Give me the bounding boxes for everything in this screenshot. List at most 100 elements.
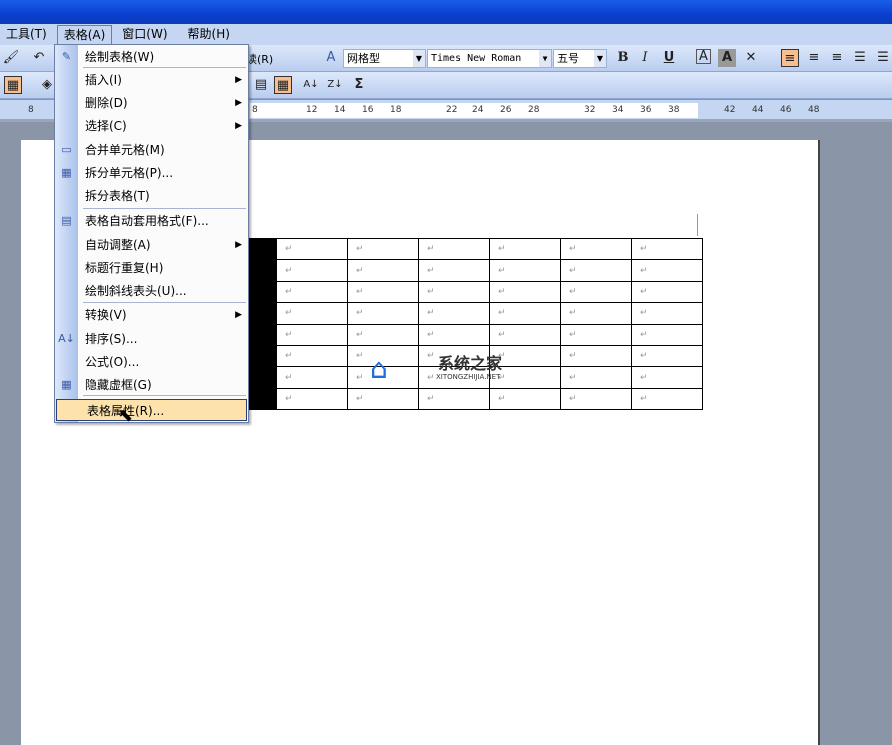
table-cell[interactable]: ↵ [489,259,561,282]
table-cell[interactable]: ↵ [276,237,348,261]
font-select[interactable]: Times New Roman ▼ [427,49,552,68]
menu-item[interactable]: 绘制斜线表头(U)... [55,280,248,302]
autoformat-icon[interactable]: ▤ [252,76,270,94]
table-cell[interactable]: ↵ [276,366,348,389]
table-cell[interactable]: ↵ [276,302,348,325]
table-cell[interactable]: ↵ [418,259,490,282]
table-cell[interactable]: ↵ [347,280,419,304]
table-cell[interactable]: ↵ [560,366,632,389]
table-cell[interactable]: ↵ [489,280,561,304]
menu-item[interactable]: 标题行重复(H) [55,257,248,279]
table-cell[interactable]: ↵ [276,280,348,304]
menu-item[interactable]: 表格属性(R)... [56,399,247,421]
menu-item[interactable]: 删除(D) ▶ [55,92,248,114]
underline-button[interactable]: U [660,49,678,67]
align-center-icon[interactable]: ≡ [805,49,823,67]
menu-separator [83,302,246,303]
table-cell[interactable]: ↵ [276,387,348,411]
table-cell[interactable]: ↵ [560,323,632,346]
menu-tools[interactable]: 工具(T) [0,25,53,44]
table-cell[interactable]: ↵ [631,302,703,325]
selected-cell[interactable] [248,302,277,325]
char-shading-icon[interactable]: A [718,49,736,67]
sort-ascending-icon[interactable]: A↓ [302,76,320,94]
align-justify-icon[interactable]: ≡ [781,49,799,67]
menu-item-label: 标题行重复(H) [85,261,164,275]
table-cell[interactable]: ↵ [418,237,490,261]
table-cell[interactable]: ↵ [418,387,490,411]
styles-icon[interactable]: A [322,49,340,67]
align-right-icon[interactable]: ≡ [828,49,846,67]
selected-cell[interactable] [248,387,277,411]
table-cell[interactable]: ↵ [489,387,561,411]
distributed-icon[interactable]: ☰ [851,49,869,67]
undo-icon[interactable]: ↶ [30,49,48,67]
table-cell[interactable]: ↵ [631,323,703,346]
style-select[interactable]: 网格型 ▼ [343,49,426,68]
menu-item[interactable]: 自动调整(A) ▶ [55,234,248,256]
table-cell[interactable]: ↵ [489,302,561,325]
menu-item[interactable]: ▦ 拆分单元格(P)... [55,162,248,184]
selected-cell[interactable] [248,237,277,261]
table-cell[interactable]: ↵ [276,323,348,346]
size-select[interactable]: 五号 ▼ [553,49,607,68]
table-cell[interactable]: ↵ [276,344,348,368]
table-cell[interactable]: ↵ [560,259,632,282]
table-cell[interactable]: ↵ [560,387,632,411]
menu-item[interactable]: ▤ 表格自动套用格式(F)... [55,210,248,232]
table-cell[interactable]: ↵ [347,259,419,282]
autosum-button[interactable]: Σ [350,76,368,94]
menu-item[interactable]: ▦ 隐藏虚框(G) [55,374,248,396]
table-cell[interactable]: ↵ [489,237,561,261]
table-cell[interactable]: ↵ [418,280,490,304]
selected-cell[interactable] [248,259,277,282]
table-cell[interactable]: ↵ [631,344,703,368]
table-cell[interactable]: ↵ [347,237,419,261]
format-painter-icon[interactable]: 🖌 [2,49,20,67]
reading-button[interactable]: 读(R) [246,51,273,67]
char-border-icon[interactable]: A [696,49,711,64]
table-cell[interactable]: ↵ [560,280,632,304]
menu-item[interactable]: 拆分表格(T) [55,185,248,207]
line-spacing-icon[interactable]: ☰ [874,49,892,67]
menu-help[interactable]: 帮助(H) [182,25,236,44]
menu-window[interactable]: 窗口(W) [116,25,173,44]
menu-item[interactable]: ▭ 合并单元格(M) [55,139,248,161]
menu-item[interactable]: A↓ 排序(S)... [55,328,248,350]
menu-item[interactable]: 选择(C) ▶ [55,115,248,137]
table-cell[interactable]: ↵ [560,302,632,325]
selected-cell[interactable] [248,344,277,368]
table-cell[interactable]: ↵ [631,280,703,304]
table-cell[interactable]: ↵ [347,302,419,325]
selected-cell[interactable] [248,323,277,346]
bold-button[interactable]: B [614,49,632,67]
phonetic-icon[interactable]: ✕ [742,49,760,67]
italic-button[interactable]: I [636,49,654,67]
style-value: 网格型 [347,52,380,65]
menu-item[interactable]: 插入(I) ▶ [55,69,248,91]
borders-icon[interactable]: ▦ [4,76,22,94]
table-cell[interactable]: ↵ [631,259,703,282]
table-cell[interactable]: ↵ [489,323,561,346]
table-cell[interactable]: ↵ [276,259,348,282]
gridlines-icon[interactable]: ▦ [274,76,292,94]
menu-table[interactable]: 表格(A) [56,25,113,44]
table-cell[interactable]: ↵ [560,344,632,368]
sort-descending-icon[interactable]: Z↓ [326,76,344,94]
menu-item[interactable]: 转换(V) ▶ [55,304,248,326]
table-cell[interactable]: ↵ [631,237,703,261]
submenu-arrow-icon: ▶ [235,310,242,320]
table-cell[interactable]: ↵ [631,387,703,411]
ruler-tick: 26 [500,105,512,115]
menu-item-label: 绘制表格(W) [85,50,155,64]
table-cell[interactable]: ↵ [347,387,419,411]
table-cell[interactable]: ↵ [418,323,490,346]
table-cell[interactable]: ↵ [347,323,419,346]
menu-item[interactable]: ✎ 绘制表格(W) [55,46,248,68]
selected-cell[interactable] [248,280,277,304]
table-cell[interactable]: ↵ [631,366,703,389]
table-cell[interactable]: ↵ [418,302,490,325]
table-cell[interactable]: ↵ [560,237,632,261]
menu-item[interactable]: 公式(O)... [55,351,248,373]
selected-cell[interactable] [248,366,277,389]
